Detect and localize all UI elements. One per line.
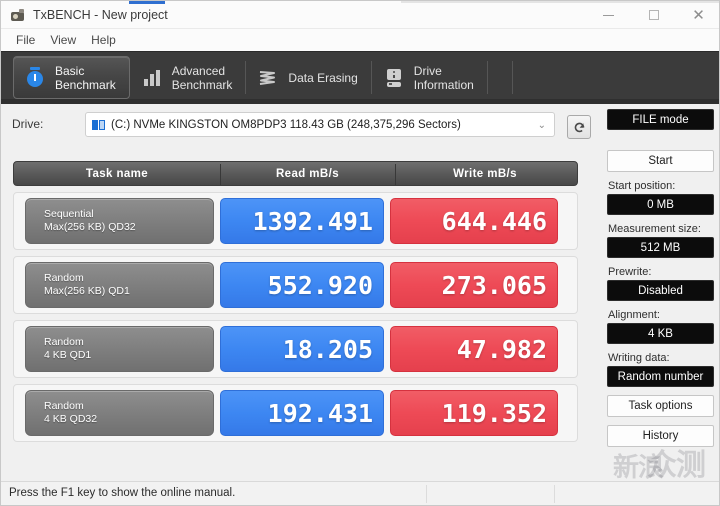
column-header-write: Write mB/s bbox=[395, 162, 575, 185]
tab-drive-information-label: Drive Information bbox=[413, 63, 474, 92]
task-name-line1: Sequential bbox=[44, 208, 94, 220]
task-name-line2: 4 KB QD32 bbox=[44, 413, 98, 425]
table-row: Random 4 KB QD1 18.205 47.982 bbox=[13, 320, 578, 378]
status-bar: Press the F1 key to show the online manu… bbox=[1, 481, 719, 505]
tab-divider bbox=[511, 61, 513, 94]
write-value: 644.446 bbox=[390, 198, 558, 244]
menu-item-help[interactable]: Help bbox=[85, 31, 125, 49]
read-value: 192.431 bbox=[220, 390, 384, 436]
drive-icon bbox=[92, 119, 106, 131]
minimize-button[interactable] bbox=[586, 1, 631, 29]
maximize-button[interactable] bbox=[631, 1, 676, 29]
tab-strip-end bbox=[488, 56, 513, 99]
task-name-line2: 4 KB QD1 bbox=[44, 349, 92, 361]
writing-data-value[interactable]: Random number bbox=[607, 366, 714, 387]
history-button[interactable]: History bbox=[607, 425, 714, 447]
maximize-icon bbox=[648, 10, 659, 20]
drive-select[interactable]: (C:) NVMe KINGSTON OM8PDP3 118.43 GB (24… bbox=[85, 112, 555, 137]
measurement-size-value[interactable]: 512 MB bbox=[607, 237, 714, 258]
erase-icon bbox=[257, 66, 279, 90]
task-name-line1: Random bbox=[44, 400, 84, 412]
file-mode-button[interactable]: FILE mode bbox=[607, 109, 714, 130]
read-value: 18.205 bbox=[220, 326, 384, 372]
write-value: 47.982 bbox=[390, 326, 558, 372]
menu-item-file[interactable]: File bbox=[10, 31, 44, 49]
status-message: Press the F1 key to show the online manu… bbox=[9, 487, 236, 499]
refresh-button[interactable] bbox=[567, 115, 591, 139]
prewrite-label: Prewrite: bbox=[608, 266, 652, 278]
tab-strip: Basic Benchmark Advanced Benchmark Data … bbox=[1, 51, 719, 104]
hard-drive-icon bbox=[383, 66, 405, 90]
tab-data-erasing-label: Data Erasing bbox=[288, 70, 358, 85]
alignment-label: Alignment: bbox=[608, 309, 660, 321]
write-value: 273.065 bbox=[390, 262, 558, 308]
tab-data-erasing[interactable]: Data Erasing bbox=[246, 56, 372, 99]
tab-drive-information[interactable]: Drive Information bbox=[372, 56, 488, 99]
close-button[interactable]: ✕ bbox=[676, 1, 719, 29]
tab-basic-benchmark[interactable]: Basic Benchmark bbox=[13, 56, 130, 99]
tab-basic-benchmark-label: Basic Benchmark bbox=[55, 63, 116, 92]
window-title: TxBENCH - New project bbox=[33, 8, 168, 22]
prewrite-value[interactable]: Disabled bbox=[607, 280, 714, 301]
task-name-cell[interactable]: Sequential Max(256 KB) QD32 bbox=[25, 198, 214, 244]
read-value: 552.920 bbox=[220, 262, 384, 308]
task-name-line2: Max(256 KB) QD1 bbox=[44, 285, 130, 297]
task-name-line1: Random bbox=[44, 336, 84, 348]
status-divider bbox=[554, 485, 555, 503]
measurement-size-label: Measurement size: bbox=[608, 223, 701, 235]
tab-advanced-benchmark-label: Advanced Benchmark bbox=[171, 63, 233, 92]
task-options-button[interactable]: Task options bbox=[607, 395, 714, 417]
table-row: Sequential Max(256 KB) QD32 1392.491 644… bbox=[13, 192, 578, 250]
close-icon: ✕ bbox=[692, 5, 705, 24]
txbench-window: TxBENCH - New project ✕ File View Help B… bbox=[0, 0, 720, 506]
start-position-label: Start position: bbox=[608, 180, 676, 192]
title-bar-left: TxBENCH - New project bbox=[11, 1, 168, 29]
task-name-cell[interactable]: Random Max(256 KB) QD1 bbox=[25, 262, 214, 308]
start-button[interactable]: Start bbox=[607, 150, 714, 172]
title-bar: TxBENCH - New project ✕ bbox=[1, 1, 719, 29]
table-row: Random 4 KB QD32 192.431 119.352 bbox=[13, 384, 578, 442]
results-table: Task name Read mB/s Write mB/s Sequentia… bbox=[13, 161, 578, 442]
alignment-value[interactable]: 4 KB bbox=[607, 323, 714, 344]
tab-list: Basic Benchmark Advanced Benchmark Data … bbox=[13, 56, 513, 99]
task-name-cell[interactable]: Random 4 KB QD1 bbox=[25, 326, 214, 372]
stopwatch-icon bbox=[24, 66, 46, 90]
chevron-down-icon: ⌄ bbox=[537, 120, 546, 131]
menu-bar: File View Help bbox=[1, 29, 719, 51]
task-name-cell[interactable]: Random 4 KB QD32 bbox=[25, 390, 214, 436]
table-header-row: Task name Read mB/s Write mB/s bbox=[13, 161, 578, 186]
refresh-icon bbox=[574, 122, 584, 132]
drive-label: Drive: bbox=[12, 117, 44, 131]
minimize-icon bbox=[603, 14, 614, 16]
read-value: 1392.491 bbox=[220, 198, 384, 244]
settings-panel: FILE mode Start Start position: 0 MB Mea… bbox=[601, 109, 719, 481]
table-row: Random Max(256 KB) QD1 552.920 273.065 bbox=[13, 256, 578, 314]
tab-advanced-benchmark[interactable]: Advanced Benchmark bbox=[130, 56, 247, 99]
status-divider bbox=[426, 485, 427, 503]
drive-select-value: (C:) NVMe KINGSTON OM8PDP3 118.43 GB (24… bbox=[111, 118, 461, 131]
writing-data-label: Writing data: bbox=[608, 352, 670, 364]
column-header-task-name: Task name bbox=[85, 167, 149, 180]
bar-chart-icon bbox=[141, 66, 163, 90]
task-name-line2: Max(256 KB) QD32 bbox=[44, 221, 136, 233]
menu-item-view[interactable]: View bbox=[44, 31, 85, 49]
column-header-read: Read mB/s bbox=[220, 162, 395, 185]
write-value: 119.352 bbox=[390, 390, 558, 436]
start-position-value[interactable]: 0 MB bbox=[607, 194, 714, 215]
task-name-line1: Random bbox=[44, 272, 84, 284]
window-controls: ✕ bbox=[586, 1, 719, 29]
camera-icon bbox=[11, 8, 26, 22]
